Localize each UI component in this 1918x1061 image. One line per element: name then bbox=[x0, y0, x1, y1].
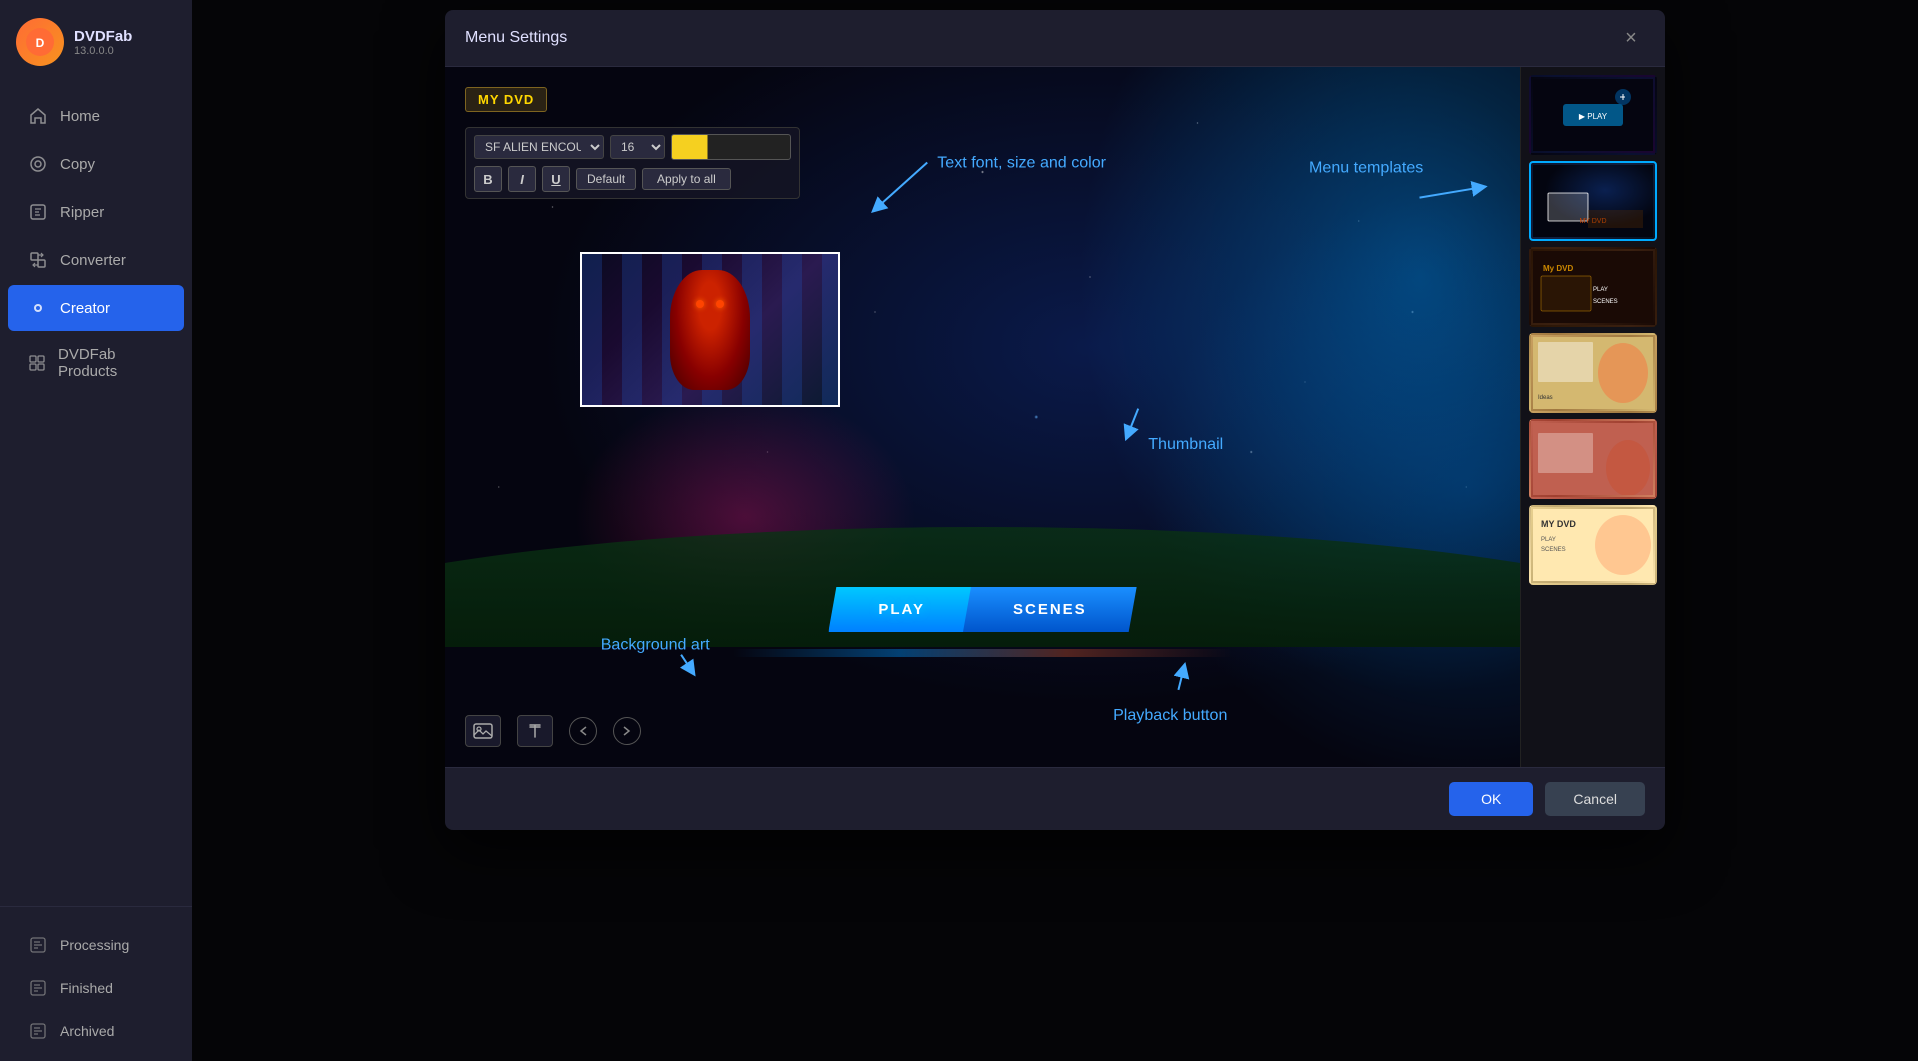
sidebar-bottom-section: Processing Finished Archived bbox=[0, 906, 192, 1061]
nebula-right bbox=[1020, 67, 1520, 767]
finished-icon bbox=[28, 978, 48, 998]
ripper-icon bbox=[28, 202, 48, 222]
logo-icon: D bbox=[16, 18, 64, 66]
template-1-inner: ▶ PLAY bbox=[1531, 77, 1655, 153]
template-5-inner bbox=[1531, 421, 1655, 497]
sidebar-converter-label: Converter bbox=[60, 252, 126, 269]
app-logo: D DVDFab 13.0.0.0 bbox=[0, 0, 192, 84]
prev-button[interactable] bbox=[569, 717, 597, 745]
modal-footer: OK Cancel bbox=[445, 767, 1665, 830]
app-name: DVDFab bbox=[74, 28, 132, 45]
products-icon bbox=[28, 353, 46, 373]
canvas-area: MY DVD SF ALIEN ENCOU 16 bbox=[445, 67, 1520, 767]
dvd-title-bar[interactable]: MY DVD bbox=[465, 87, 547, 112]
text-button[interactable] bbox=[517, 715, 553, 747]
svg-text:MY DVD: MY DVD bbox=[1541, 519, 1576, 529]
creator-icon bbox=[28, 298, 48, 318]
color-picker[interactable] bbox=[671, 134, 791, 160]
converter-icon bbox=[28, 250, 48, 270]
font-family-select[interactable]: SF ALIEN ENCOU bbox=[474, 135, 604, 159]
underline-button[interactable]: U bbox=[542, 166, 570, 192]
template-3-inner: My DVD PLAY SCENES bbox=[1531, 249, 1655, 325]
font-size-select[interactable]: 16 bbox=[610, 135, 665, 159]
logo-text: DVDFab 13.0.0.0 bbox=[74, 28, 132, 57]
menu-canvas: MY DVD SF ALIEN ENCOU 16 bbox=[445, 67, 1520, 767]
template-3[interactable]: My DVD PLAY SCENES bbox=[1529, 247, 1657, 327]
font-row-1: SF ALIEN ENCOU 16 bbox=[474, 134, 791, 160]
processing-icon bbox=[28, 935, 48, 955]
sidebar-item-finished[interactable]: Finished bbox=[8, 967, 184, 1009]
svg-text:SCENES: SCENES bbox=[1541, 547, 1566, 553]
sidebar-item-dvdfab-products[interactable]: DVDFab Products bbox=[8, 333, 184, 393]
dvd-title-tab: MY DVD bbox=[465, 87, 547, 112]
svg-text:D: D bbox=[36, 36, 45, 50]
playback-buttons: PLAY SCENES bbox=[828, 587, 1136, 632]
sidebar-item-processing[interactable]: Processing bbox=[8, 924, 184, 966]
video-thumbnail[interactable] bbox=[580, 252, 840, 407]
modal-title: Menu Settings bbox=[465, 29, 567, 47]
playback-decoration bbox=[733, 649, 1233, 657]
sidebar-products-label: DVDFab Products bbox=[58, 346, 164, 380]
svg-text:My DVD: My DVD bbox=[1543, 264, 1573, 273]
apply-all-button[interactable]: Apply to all bbox=[642, 168, 731, 190]
sidebar-creator-label: Creator bbox=[60, 300, 110, 317]
svg-text:Ideas: Ideas bbox=[1538, 395, 1553, 401]
modal-overlay: Menu Settings × MY DVD bbox=[192, 0, 1918, 1061]
image-picker-button[interactable] bbox=[465, 715, 501, 747]
menu-settings-modal: Menu Settings × MY DVD bbox=[445, 10, 1665, 830]
cancel-button[interactable]: Cancel bbox=[1545, 782, 1645, 816]
template-4[interactable]: Ideas bbox=[1529, 333, 1657, 413]
ok-button[interactable]: OK bbox=[1449, 782, 1533, 816]
sidebar: D DVDFab 13.0.0.0 Home Copy bbox=[0, 0, 192, 1061]
sidebar-finished-label: Finished bbox=[60, 980, 113, 996]
template-5[interactable] bbox=[1529, 419, 1657, 499]
templates-panel: ▶ PLAY bbox=[1520, 67, 1665, 767]
svg-text:PLAY: PLAY bbox=[1593, 287, 1608, 293]
template-2[interactable]: MY DVD bbox=[1529, 161, 1657, 241]
thumbnail-figure bbox=[670, 270, 750, 390]
sidebar-item-converter[interactable]: Converter bbox=[8, 237, 184, 283]
sidebar-item-archived[interactable]: Archived bbox=[8, 1010, 184, 1052]
eye-right bbox=[716, 300, 724, 308]
template-2-inner: MY DVD bbox=[1531, 163, 1655, 239]
sidebar-processing-label: Processing bbox=[60, 937, 129, 953]
modal-body: MY DVD SF ALIEN ENCOU 16 bbox=[445, 67, 1665, 767]
font-controls-panel: SF ALIEN ENCOU 16 B I U bbox=[465, 127, 800, 199]
svg-text:SCENES: SCENES bbox=[1593, 299, 1618, 305]
sidebar-copy-label: Copy bbox=[60, 156, 95, 173]
close-button[interactable]: × bbox=[1617, 24, 1645, 52]
eye-left bbox=[696, 300, 704, 308]
bold-button[interactable]: B bbox=[474, 166, 502, 192]
modal-header: Menu Settings × bbox=[445, 10, 1665, 67]
figure-eyes bbox=[696, 300, 724, 308]
next-button[interactable] bbox=[613, 717, 641, 745]
sidebar-home-label: Home bbox=[60, 108, 100, 125]
sidebar-item-home[interactable]: Home bbox=[8, 93, 184, 139]
canvas-toolbar bbox=[465, 715, 641, 747]
template-6[interactable]: MY DVD PLAY SCENES bbox=[1529, 505, 1657, 585]
copy-icon bbox=[28, 154, 48, 174]
sidebar-ripper-label: Ripper bbox=[60, 204, 104, 221]
default-button[interactable]: Default bbox=[576, 168, 636, 190]
italic-button[interactable]: I bbox=[508, 166, 536, 192]
app-version: 13.0.0.0 bbox=[74, 45, 132, 57]
home-icon bbox=[28, 106, 48, 126]
play-button[interactable]: PLAY bbox=[828, 587, 975, 632]
template-1[interactable]: ▶ PLAY bbox=[1529, 75, 1657, 155]
font-row-2: B I U Default Apply to all bbox=[474, 166, 791, 192]
template-6-inner: MY DVD PLAY SCENES bbox=[1531, 507, 1655, 583]
sidebar-item-ripper[interactable]: Ripper bbox=[8, 189, 184, 235]
archived-icon bbox=[28, 1021, 48, 1041]
scenes-button[interactable]: SCENES bbox=[963, 587, 1137, 632]
sidebar-item-creator[interactable]: Creator bbox=[8, 285, 184, 331]
sidebar-archived-label: Archived bbox=[60, 1023, 114, 1039]
sidebar-item-copy[interactable]: Copy bbox=[8, 141, 184, 187]
svg-text:▶ PLAY: ▶ PLAY bbox=[1579, 112, 1608, 121]
sidebar-nav: Home Copy Ripper bbox=[0, 84, 192, 906]
main-content: Menu Settings × MY DVD bbox=[192, 0, 1918, 1061]
template-4-inner: Ideas bbox=[1531, 335, 1655, 411]
svg-text:PLAY: PLAY bbox=[1541, 537, 1556, 543]
